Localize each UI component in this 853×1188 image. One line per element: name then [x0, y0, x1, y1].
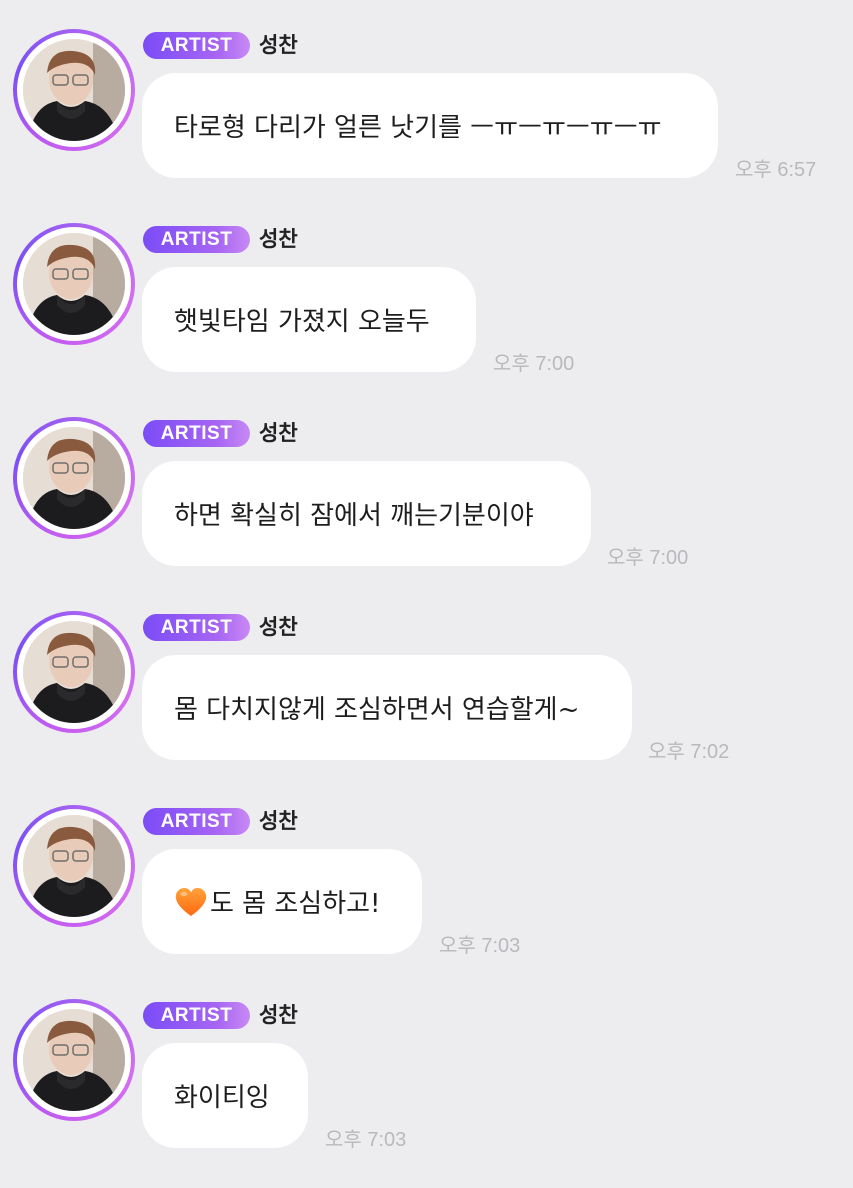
- artist-avatar[interactable]: [13, 417, 135, 539]
- chat-message: ARTIST 성찬 화이티잉 오후 7:03: [0, 970, 853, 1164]
- message-text: 몸 다치지않게 조심하면서 연습할게~: [174, 695, 580, 725]
- message-bubble[interactable]: 몸 다치지않게 조심하면서 연습할게~: [142, 655, 632, 760]
- artist-avatar[interactable]: [13, 29, 135, 151]
- chat-message: ARTIST 성찬 몸 다치지않게 조심하면서 연습할게~ 오후 7:02: [0, 582, 853, 776]
- sender-name: 성찬: [259, 615, 298, 639]
- sender-name: 성찬: [259, 227, 298, 251]
- avatar-photo: [23, 1009, 125, 1111]
- sender-name: 성찬: [259, 809, 298, 833]
- avatar-border: [17, 809, 131, 923]
- avatar-border: [17, 33, 131, 147]
- message-bubble[interactable]: 타로형 다리가 얼른 낫기를 ㅡㅠㅡㅠㅡㅠㅡㅠ: [142, 73, 718, 178]
- message-bubble[interactable]: 햇빛타임 가졌지 오늘두: [142, 267, 476, 372]
- artist-avatar[interactable]: [13, 999, 135, 1121]
- message-timestamp: 오후 7:00: [493, 353, 575, 375]
- avatar-photo: [23, 427, 125, 529]
- avatar-border: [17, 421, 131, 535]
- message-text: 타로형 다리가 얼른 낫기를 ㅡㅠㅡㅠㅡㅠㅡㅠ: [174, 113, 662, 143]
- artist-badge: ARTIST: [143, 420, 250, 447]
- message-timestamp: 오후 7:00: [607, 547, 689, 569]
- artist-badge: ARTIST: [143, 808, 250, 835]
- message-bubble[interactable]: 하면 확실히 잠에서 깨는기분이야: [142, 461, 591, 566]
- sender-name: 성찬: [259, 33, 298, 57]
- message-text: 하면 확실히 잠에서 깨는기분이야: [174, 501, 534, 531]
- avatar-border: [17, 1003, 131, 1117]
- sender-name: 성찬: [259, 1003, 298, 1027]
- avatar-border: [17, 227, 131, 341]
- message-timestamp: 오후 7:03: [439, 935, 521, 957]
- message-timestamp: 오후 7:02: [648, 741, 730, 763]
- artist-badge: ARTIST: [143, 32, 250, 59]
- chat-message: ARTIST 성찬 타로형 다리가 얼른 낫기를 ㅡㅠㅡㅠㅡㅠㅡㅠ 오후 6:5…: [0, 0, 853, 194]
- message-bubble[interactable]: 도 몸 조심하고!: [142, 849, 422, 954]
- orange-heart-icon: [174, 885, 208, 919]
- message-bubble[interactable]: 화이티잉: [142, 1043, 308, 1148]
- sender-name: 성찬: [259, 421, 298, 445]
- chat-message: ARTIST 성찬 하면 확실히 잠에서 깨는기분이야 오후 7:00: [0, 388, 853, 582]
- avatar-border: [17, 615, 131, 729]
- artist-badge: ARTIST: [143, 1002, 250, 1029]
- avatar-photo: [23, 815, 125, 917]
- chat-message: ARTIST 성찬 도 몸 조심하고! 오후 7:03: [0, 776, 853, 970]
- avatar-photo: [23, 233, 125, 335]
- artist-avatar[interactable]: [13, 805, 135, 927]
- message-text: 도 몸 조심하고!: [210, 889, 381, 919]
- message-text: 화이티잉: [174, 1083, 270, 1113]
- artist-badge: ARTIST: [143, 614, 250, 641]
- artist-avatar[interactable]: [13, 611, 135, 733]
- chat-thread: ARTIST 성찬 타로형 다리가 얼른 낫기를 ㅡㅠㅡㅠㅡㅠㅡㅠ 오후 6:5…: [0, 0, 853, 1188]
- chat-message: ARTIST 성찬 햇빛타임 가졌지 오늘두 오후 7:00: [0, 194, 853, 388]
- avatar-photo: [23, 39, 125, 141]
- message-text: 햇빛타임 가졌지 오늘두: [174, 307, 430, 337]
- artist-avatar[interactable]: [13, 223, 135, 345]
- avatar-photo: [23, 621, 125, 723]
- message-timestamp: 오후 7:03: [325, 1129, 407, 1151]
- artist-badge: ARTIST: [143, 226, 250, 253]
- message-timestamp: 오후 6:57: [735, 159, 817, 181]
